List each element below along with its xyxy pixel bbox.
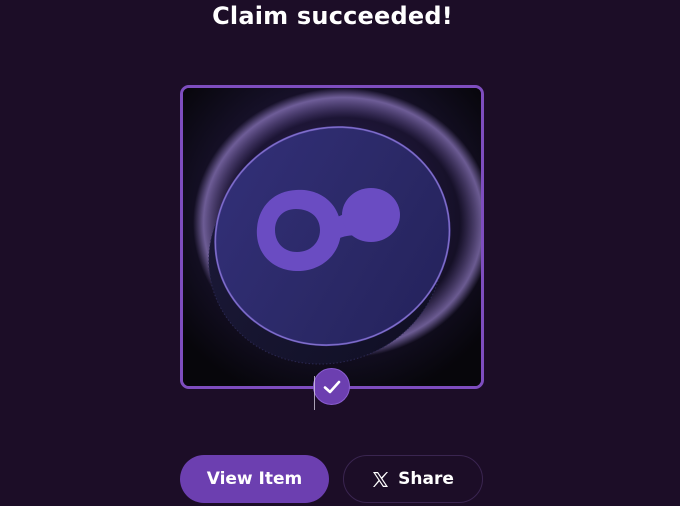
share-label: Share <box>398 469 454 489</box>
checkmark-icon <box>323 380 340 393</box>
x-logo-icon <box>372 471 389 488</box>
view-item-label: View Item <box>206 469 303 489</box>
text-cursor <box>314 376 315 410</box>
view-item-button[interactable]: View Item <box>180 455 329 503</box>
claimed-item-card <box>180 85 484 389</box>
page-title: Claim succeeded! <box>212 2 453 30</box>
coin-logo-icon <box>183 88 481 386</box>
claimed-check-badge <box>313 368 350 405</box>
share-button[interactable]: Share <box>343 455 483 503</box>
